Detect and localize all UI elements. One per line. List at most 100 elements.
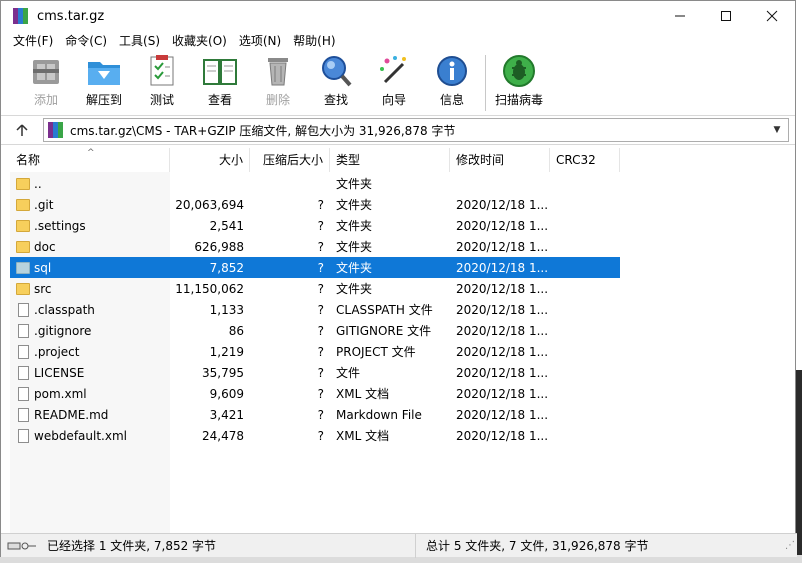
- cell-name: pom.xml: [10, 386, 170, 401]
- address-path: cms.tar.gz\CMS - TAR+GZIP 压缩文件, 解包大小为 31…: [70, 123, 456, 138]
- cell-size: 2,541: [209, 218, 244, 233]
- cell-name: webdefault.xml: [10, 428, 170, 443]
- cell-type: XML 文档: [336, 387, 390, 401]
- find-label: 查找: [323, 93, 348, 107]
- file-icon: [18, 365, 29, 380]
- table-row[interactable]: .project 1,219? PROJECT 文件 2020/12/18 1...: [10, 341, 620, 362]
- column-crc32[interactable]: CRC32: [550, 148, 620, 172]
- table-row[interactable]: pom.xml 9,609? XML 文档 2020/12/18 1...: [10, 383, 620, 404]
- column-size[interactable]: 大小: [170, 148, 250, 172]
- table-row[interactable]: webdefault.xml 24,478? XML 文档 2020/12/18 1.…: [10, 425, 620, 446]
- info-button[interactable]: 信息: [423, 53, 481, 108]
- view-book-icon: [201, 53, 239, 89]
- table-row[interactable]: src 11,150,062? 文件夹 2020/12/18 1...: [10, 278, 620, 299]
- wizard-button[interactable]: 向导: [365, 53, 423, 108]
- extract-to-label: 解压到: [85, 93, 122, 107]
- file-name: .settings: [34, 218, 86, 233]
- table-row[interactable]: .. 文件夹: [10, 173, 620, 194]
- find-button[interactable]: 查找: [307, 53, 365, 108]
- file-name: doc: [34, 239, 56, 254]
- status-bar: 已经选择 1 文件夹, 7,852 字节 总计 5 文件夹, 7 文件, 31,…: [1, 533, 797, 558]
- view-button[interactable]: 查看: [191, 53, 249, 108]
- status-selection: 已经选择 1 文件夹, 7,852 字节: [47, 539, 217, 553]
- status-total: 总计 5 文件夹, 7 文件, 31,926,878 字节: [415, 533, 781, 558]
- column-modified[interactable]: 修改时间: [450, 148, 550, 172]
- folder-icon: [16, 240, 30, 253]
- up-folder-button[interactable]: [1, 116, 43, 144]
- menu-tools[interactable]: 工具(S): [113, 31, 166, 51]
- virus-scan-button[interactable]: 扫描病毒: [490, 53, 548, 108]
- cell-size: 11,150,062: [175, 281, 244, 296]
- menu-favorites[interactable]: 收藏夹(O): [166, 31, 233, 51]
- delete-button[interactable]: 删除: [249, 53, 307, 108]
- column-packed-size[interactable]: 压缩后大小: [250, 148, 330, 172]
- file-name: pom.xml: [34, 386, 87, 401]
- table-row[interactable]: .git 20,063,694? 文件夹 2020/12/18 1...: [10, 194, 620, 215]
- cell-modified: 2020/12/18 1...: [456, 239, 549, 254]
- info-label: 信息: [439, 93, 464, 107]
- cell-size: 35,795: [202, 365, 244, 380]
- cell-size: 86: [228, 323, 244, 338]
- table-row[interactable]: .gitignore 86? GITIGNORE 文件 2020/12/18 1...: [10, 320, 620, 341]
- cell-modified: 2020/12/18 1...: [456, 323, 549, 338]
- extract-to-button[interactable]: 解压到: [75, 53, 133, 108]
- title-bar[interactable]: cms.tar.gz: [1, 1, 795, 31]
- cell-modified: 2020/12/18 1...: [456, 428, 549, 443]
- info-icon: [433, 53, 471, 89]
- cell-name: .settings: [10, 219, 170, 233]
- cell-modified: 2020/12/18 1...: [456, 386, 549, 401]
- cell-type: 文件夹: [336, 240, 373, 254]
- window-title: cms.tar.gz: [37, 8, 105, 24]
- cell-size: 1,133: [209, 302, 244, 317]
- add-label: 添加: [33, 93, 58, 107]
- table-row[interactable]: README.md 3,421? Markdown File 2020/12/18 1…: [10, 404, 620, 425]
- cell-name: .classpath: [10, 302, 170, 317]
- menu-bar: 文件(F) 命令(C) 工具(S) 收藏夹(O) 选项(N) 帮助(H): [1, 31, 795, 51]
- chevron-down-icon[interactable]: ▼: [766, 125, 788, 135]
- cell-name: ..: [10, 177, 170, 191]
- folder-icon: [16, 198, 30, 211]
- file-icon: [18, 344, 29, 359]
- menu-commands[interactable]: 命令(C): [59, 31, 113, 51]
- column-type[interactable]: 类型: [330, 148, 450, 172]
- table-row[interactable]: .settings 2,541? 文件夹 2020/12/18 1...: [10, 215, 620, 236]
- menu-help[interactable]: 帮助(H): [287, 31, 341, 51]
- file-icon: [18, 407, 29, 422]
- menu-options[interactable]: 选项(N): [233, 31, 287, 51]
- cell-modified: 2020/12/18 1...: [456, 344, 549, 359]
- address-field[interactable]: cms.tar.gz\CMS - TAR+GZIP 压缩文件, 解包大小为 31…: [43, 118, 789, 142]
- table-row[interactable]: LICENSE 35,795? 文件 2020/12/18 1...: [10, 362, 620, 383]
- cell-modified: 2020/12/18 1...: [456, 407, 549, 422]
- wizard-wand-icon: [375, 53, 413, 89]
- cell-packed-size: ?: [317, 365, 324, 380]
- menu-file[interactable]: 文件(F): [7, 31, 59, 51]
- status-icons: [1, 541, 43, 551]
- test-button[interactable]: 测试: [133, 53, 191, 108]
- wizard-label: 向导: [381, 93, 406, 107]
- table-row[interactable]: .classpath 1,133? CLASSPATH 文件 2020/12/18 1…: [10, 299, 620, 320]
- file-name: ..: [34, 176, 42, 191]
- cell-packed-size: ?: [317, 197, 324, 212]
- add-button[interactable]: 添加: [17, 53, 75, 108]
- file-name: .git: [34, 197, 54, 212]
- cell-type: XML 文档: [336, 429, 390, 443]
- file-name: .project: [34, 344, 80, 359]
- address-bar: cms.tar.gz\CMS - TAR+GZIP 压缩文件, 解包大小为 31…: [1, 115, 795, 145]
- winrar-window: cms.tar.gz 文件(F) 命令(C) 工具(S) 收藏夹(O) 选项(N…: [0, 0, 797, 558]
- file-name: src: [34, 281, 52, 296]
- file-rows: .. 文件夹 .git 20,063,694? 文件夹 2020/12/18 1... .s…: [10, 173, 620, 446]
- cell-packed-size: ?: [317, 302, 324, 317]
- cell-type: GITIGNORE 文件: [336, 324, 432, 338]
- drive-icon: [7, 542, 21, 549]
- cell-size: 3,421: [209, 407, 244, 422]
- resize-grip-icon[interactable]: ⋰: [781, 540, 797, 551]
- cell-size: 24,478: [202, 428, 244, 443]
- cell-modified: 2020/12/18 1...: [456, 260, 549, 275]
- close-button[interactable]: [749, 1, 795, 31]
- maximize-button[interactable]: [703, 1, 749, 31]
- table-row[interactable]: doc 626,988? 文件夹 2020/12/18 1...: [10, 236, 620, 257]
- minimize-button[interactable]: [657, 1, 703, 31]
- cell-size: 1,219: [209, 344, 244, 359]
- cell-packed-size: ?: [317, 344, 324, 359]
- table-row[interactable]: sql 7,852? 文件夹 2020/12/18 1...: [10, 257, 620, 278]
